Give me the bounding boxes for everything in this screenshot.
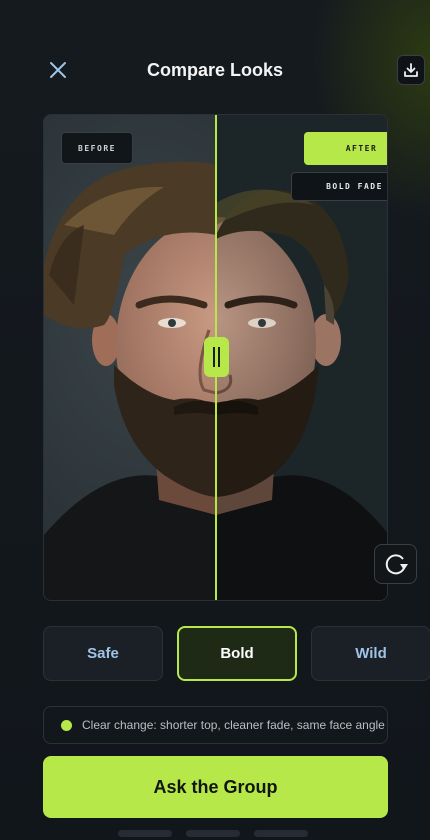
note-text: Clear change: shorter top, cleaner fade,… [82, 718, 385, 732]
after-label: AFTER [304, 132, 387, 165]
style-label: BOLD FADE [291, 172, 387, 201]
rotate-icon [385, 554, 408, 575]
page-dot [254, 830, 308, 837]
status-dot-icon [61, 719, 72, 731]
compare-slider-handle[interactable] [204, 337, 229, 377]
rotate-button[interactable] [374, 544, 417, 584]
change-note: Clear change: shorter top, cleaner fade,… [43, 706, 388, 744]
option-wild[interactable]: Wild [311, 626, 430, 681]
option-bold[interactable]: Bold [177, 626, 297, 681]
page-title: Compare Looks [146, 60, 284, 80]
before-after-compare[interactable]: BEFORE AFTER BOLD FADE [43, 114, 388, 601]
page-indicator [0, 830, 430, 838]
download-button[interactable] [397, 55, 425, 85]
option-safe[interactable]: Safe [43, 626, 163, 681]
before-label: BEFORE [61, 132, 133, 164]
ask-group-button[interactable]: Ask the Group [43, 756, 388, 818]
page-dot [118, 830, 172, 837]
header: Compare Looks [0, 50, 430, 90]
page-dot [186, 830, 240, 837]
style-options: Safe Bold Wild [0, 626, 430, 681]
download-icon [404, 63, 418, 77]
